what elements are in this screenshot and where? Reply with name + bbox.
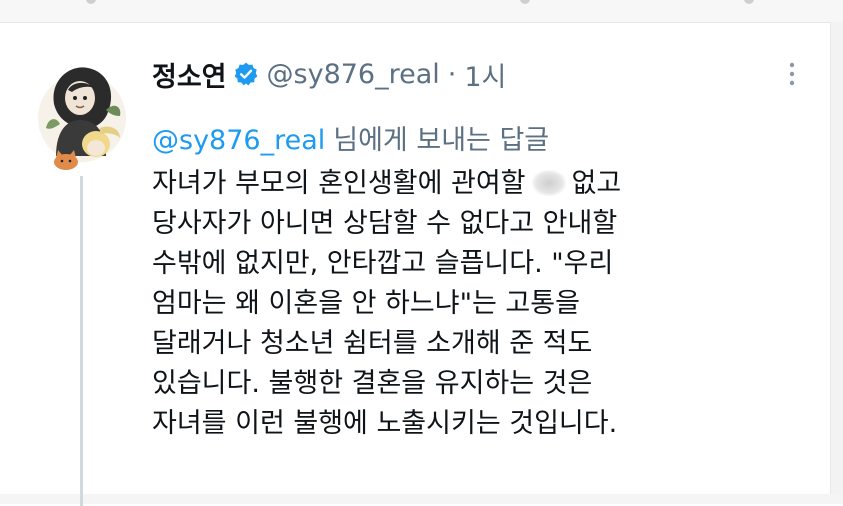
verified-badge-icon: [234, 62, 257, 86]
top-edge-mark: [520, 0, 530, 4]
reply-mention-link[interactable]: @sy876_real: [152, 125, 325, 156]
previous-tweet-edge: [0, 0, 843, 23]
tweet-text-line: 자녀가 부모의 혼인생활에 관여할 없고: [152, 164, 621, 204]
header-separator: ·: [447, 58, 457, 90]
more-options-icon[interactable]: [783, 58, 801, 90]
tweet-text-line: 당사자가 아니면 상담할 수 없다고 안내할: [152, 208, 618, 239]
thread-line: [80, 176, 83, 506]
tweet-text-line: 수밖에 없지만, 안타깝고 슬픕니다. "우리: [152, 248, 614, 279]
tweet-text-segment: 자녀가 부모의 혼인생활에 관여할: [152, 168, 526, 199]
user-handle[interactable]: @sy876_real: [267, 59, 440, 90]
avatar[interactable]: [36, 58, 128, 174]
right-border: [830, 22, 843, 504]
tweet-text-segment: 없고: [571, 168, 622, 199]
blurred-character: [531, 170, 566, 196]
tweet-header: 정소연 @sy876_real · 1시: [152, 53, 506, 95]
tweet-text-line: 있습니다. 불행한 결혼을 유지하는 것은: [152, 368, 593, 399]
tweet-timestamp[interactable]: 1시: [464, 55, 506, 94]
top-edge-mark: [86, 0, 96, 4]
screenshot-frame: 정소연 @sy876_real · 1시 @sy876_real 님에게 보내는 …: [0, 0, 843, 506]
tweet-text: 자녀가 부모의 혼인생활에 관여할 없고 당사자가 아니면 상담할 수 없다고 안…: [152, 164, 621, 444]
display-name[interactable]: 정소연: [152, 55, 227, 94]
top-edge-mark: [744, 0, 754, 4]
tweet-text-line: 엄마는 왜 이혼을 안 하느냐"는 고통을: [152, 288, 580, 319]
replying-to: @sy876_real 님에게 보내는 답글: [152, 118, 549, 157]
tweet-text-line: 자녀를 이런 불행에 노출시키는 것입니다.: [152, 408, 618, 439]
reply-tweet[interactable]: 정소연 @sy876_real · 1시 @sy876_real 님에게 보내는 …: [0, 22, 831, 506]
bottom-border: [0, 494, 843, 504]
tweet-text-line: 달래거나 청소년 쉼터를 소개해 준 적도: [152, 328, 593, 359]
reply-label: 님에게 보내는 답글: [333, 125, 550, 156]
